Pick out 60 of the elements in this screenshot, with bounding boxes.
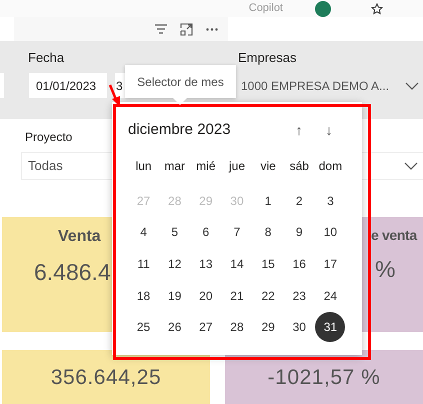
weekday-label: sáb bbox=[288, 158, 310, 175]
empresas-dropdown[interactable]: 1000 EMPRESA DEMO A... bbox=[238, 73, 423, 98]
filter-icon[interactable] bbox=[155, 24, 167, 34]
chevron-down-icon bbox=[404, 162, 418, 170]
kpi-value: 6.486.4 bbox=[34, 258, 111, 287]
day-cell[interactable]: 20 bbox=[190, 280, 221, 311]
day-cell[interactable]: 16 bbox=[284, 248, 314, 279]
day-cell[interactable]: 12 bbox=[160, 248, 190, 279]
day-cell[interactable]: 22 bbox=[253, 280, 284, 311]
day-cell[interactable]: 4 bbox=[128, 217, 159, 248]
kpi-value: % bbox=[375, 255, 396, 284]
proyecto-label: Proyecto bbox=[25, 129, 72, 146]
day-cell[interactable]: 23 bbox=[284, 280, 314, 311]
fecha-label: Fecha bbox=[28, 49, 64, 67]
weekday-label: lun bbox=[134, 158, 153, 175]
kpi-title: e venta bbox=[371, 226, 417, 245]
more-icon[interactable] bbox=[206, 28, 218, 30]
avatar-icon[interactable] bbox=[315, 0, 331, 16]
day-cell[interactable]: 27 bbox=[190, 312, 221, 342]
day-cell[interactable]: 9 bbox=[284, 217, 314, 248]
tooltip: Selector de mes bbox=[125, 65, 236, 98]
weekday-label: mar bbox=[163, 158, 186, 175]
day-cell[interactable]: 29 bbox=[253, 312, 284, 342]
chevron-down-icon bbox=[405, 82, 419, 90]
day-cell[interactable]: 1 bbox=[253, 186, 284, 216]
day-cell[interactable]: 14 bbox=[222, 248, 252, 279]
day-cell[interactable]: 30 bbox=[284, 312, 314, 342]
month-title: diciembre 2023 bbox=[128, 120, 232, 140]
day-cell[interactable]: 24 bbox=[315, 280, 346, 311]
weekday-label: jue bbox=[228, 158, 246, 175]
weekday-label: mié bbox=[195, 158, 217, 175]
next-month-button[interactable]: ↓ bbox=[314, 120, 344, 140]
day-cell[interactable]: 26 bbox=[160, 312, 190, 342]
day-cell[interactable]: 31 bbox=[315, 312, 346, 342]
day-cell[interactable]: 2 bbox=[284, 186, 314, 216]
start-date-field[interactable]: 01/01/2023 bbox=[29, 73, 107, 98]
kpi-value: -1021,57 % bbox=[268, 364, 380, 391]
weekday-label: dom bbox=[318, 158, 344, 175]
day-cell[interactable]: 15 bbox=[253, 248, 284, 279]
star-icon[interactable] bbox=[371, 2, 383, 14]
day-cell[interactable]: 3 bbox=[315, 186, 346, 216]
day-cell[interactable]: 7 bbox=[222, 217, 252, 248]
day-cell[interactable]: 17 bbox=[315, 248, 346, 279]
kpi-title: Venta bbox=[58, 227, 101, 247]
weekday-label: vie bbox=[259, 158, 277, 175]
day-cell[interactable]: 21 bbox=[222, 280, 252, 311]
day-cell[interactable]: 5 bbox=[160, 217, 190, 248]
kpi-value: 356.644,25 bbox=[50, 364, 162, 391]
day-cell[interactable]: 25 bbox=[128, 312, 159, 342]
day-cell[interactable]: 8 bbox=[253, 217, 284, 248]
day-cell[interactable]: 13 bbox=[190, 248, 221, 279]
empresas-label: Empresas bbox=[238, 49, 297, 67]
day-cell[interactable]: 28 bbox=[222, 312, 252, 342]
expand-icon[interactable] bbox=[180, 22, 193, 36]
day-cell[interactable]: 11 bbox=[128, 248, 159, 279]
day-cell[interactable]: 10 bbox=[315, 217, 346, 248]
previous-month-button[interactable]: ↑ bbox=[284, 120, 314, 140]
day-cell[interactable]: 18 bbox=[128, 280, 159, 311]
day-cell[interactable]: 6 bbox=[190, 217, 221, 248]
day-cell[interactable]: 19 bbox=[160, 280, 190, 311]
